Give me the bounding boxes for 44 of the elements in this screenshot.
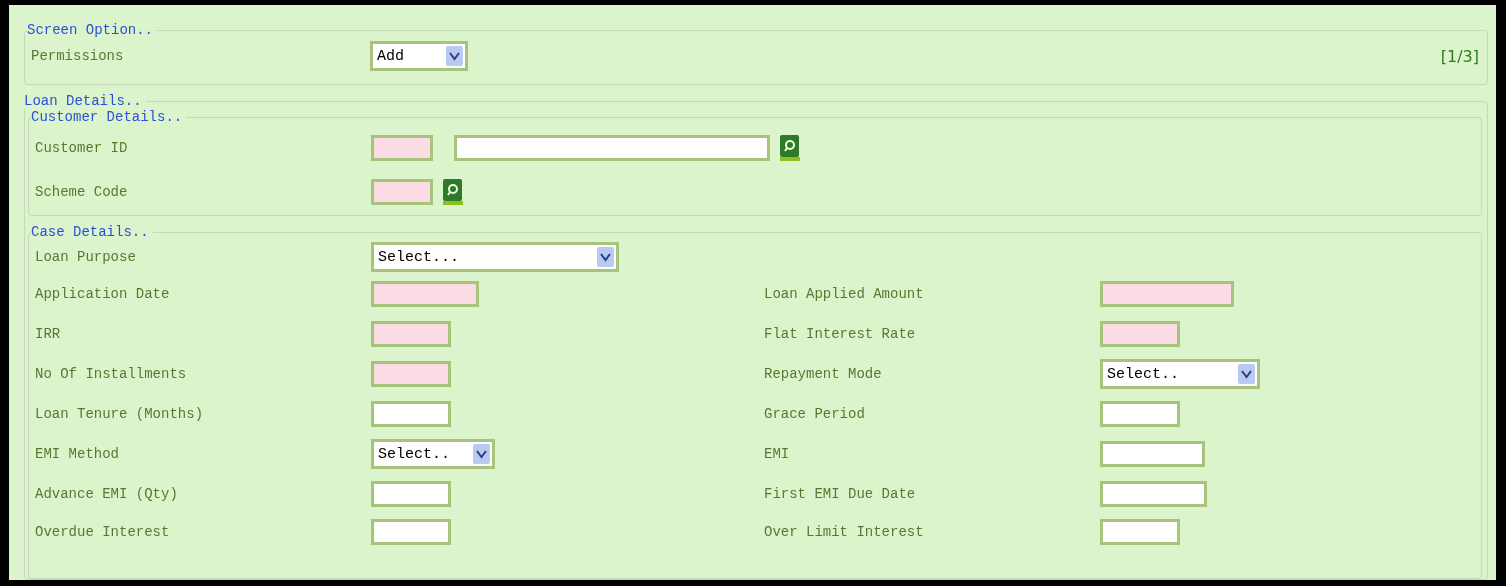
field-label: Over Limit Interest: [764, 524, 924, 540]
text-field[interactable]: [371, 361, 451, 387]
text-field[interactable]: [371, 281, 479, 307]
field-label: Loan Applied Amount: [764, 286, 924, 302]
field-label: Repayment Mode: [764, 366, 882, 382]
text-field[interactable]: [1100, 321, 1180, 347]
search-icon[interactable]: [780, 135, 800, 161]
text-field[interactable]: [1100, 481, 1207, 507]
page-indicator: [1/3]: [1440, 46, 1479, 66]
section-legend: Customer Details..: [31, 109, 187, 125]
select-dropdown[interactable]: Add: [370, 41, 468, 71]
section-legend: Loan Details..: [24, 93, 146, 109]
text-field[interactable]: [371, 135, 433, 161]
field-label: Loan Purpose: [35, 249, 136, 265]
text-field[interactable]: [371, 401, 451, 427]
select-dropdown[interactable]: Select..: [371, 439, 495, 469]
field-label: First EMI Due Date: [764, 486, 916, 502]
search-icon[interactable]: [443, 179, 463, 205]
text-field[interactable]: [371, 179, 433, 205]
field-label: No Of Installments: [35, 366, 187, 382]
field-label: Grace Period: [764, 406, 865, 422]
text-field[interactable]: [371, 481, 451, 507]
field-label: Loan Tenure (Months): [35, 406, 204, 422]
text-field[interactable]: [371, 321, 451, 347]
select-dropdown[interactable]: Select..: [1100, 359, 1260, 389]
text-field[interactable]: [1100, 281, 1234, 307]
field-label: Permissions: [31, 48, 124, 64]
text-field[interactable]: [1100, 441, 1205, 467]
field-label: Advance EMI (Qty): [35, 486, 178, 502]
select-dropdown[interactable]: Select...: [371, 242, 619, 272]
text-field[interactable]: [371, 519, 451, 545]
text-field[interactable]: [454, 135, 770, 161]
field-label: Application Date: [35, 286, 170, 302]
field-label: EMI Method: [35, 446, 119, 462]
field-label: Flat Interest Rate: [764, 326, 916, 342]
field-label: EMI: [764, 446, 790, 462]
text-field[interactable]: [1100, 401, 1180, 427]
field-label: Overdue Interest: [35, 524, 170, 540]
section-legend: Case Details..: [31, 224, 153, 240]
field-label: Scheme Code: [35, 184, 128, 200]
field-label: Customer ID: [35, 140, 128, 156]
field-label: IRR: [35, 326, 61, 342]
text-field[interactable]: [1100, 519, 1180, 545]
section-legend: Screen Option..: [27, 22, 158, 38]
